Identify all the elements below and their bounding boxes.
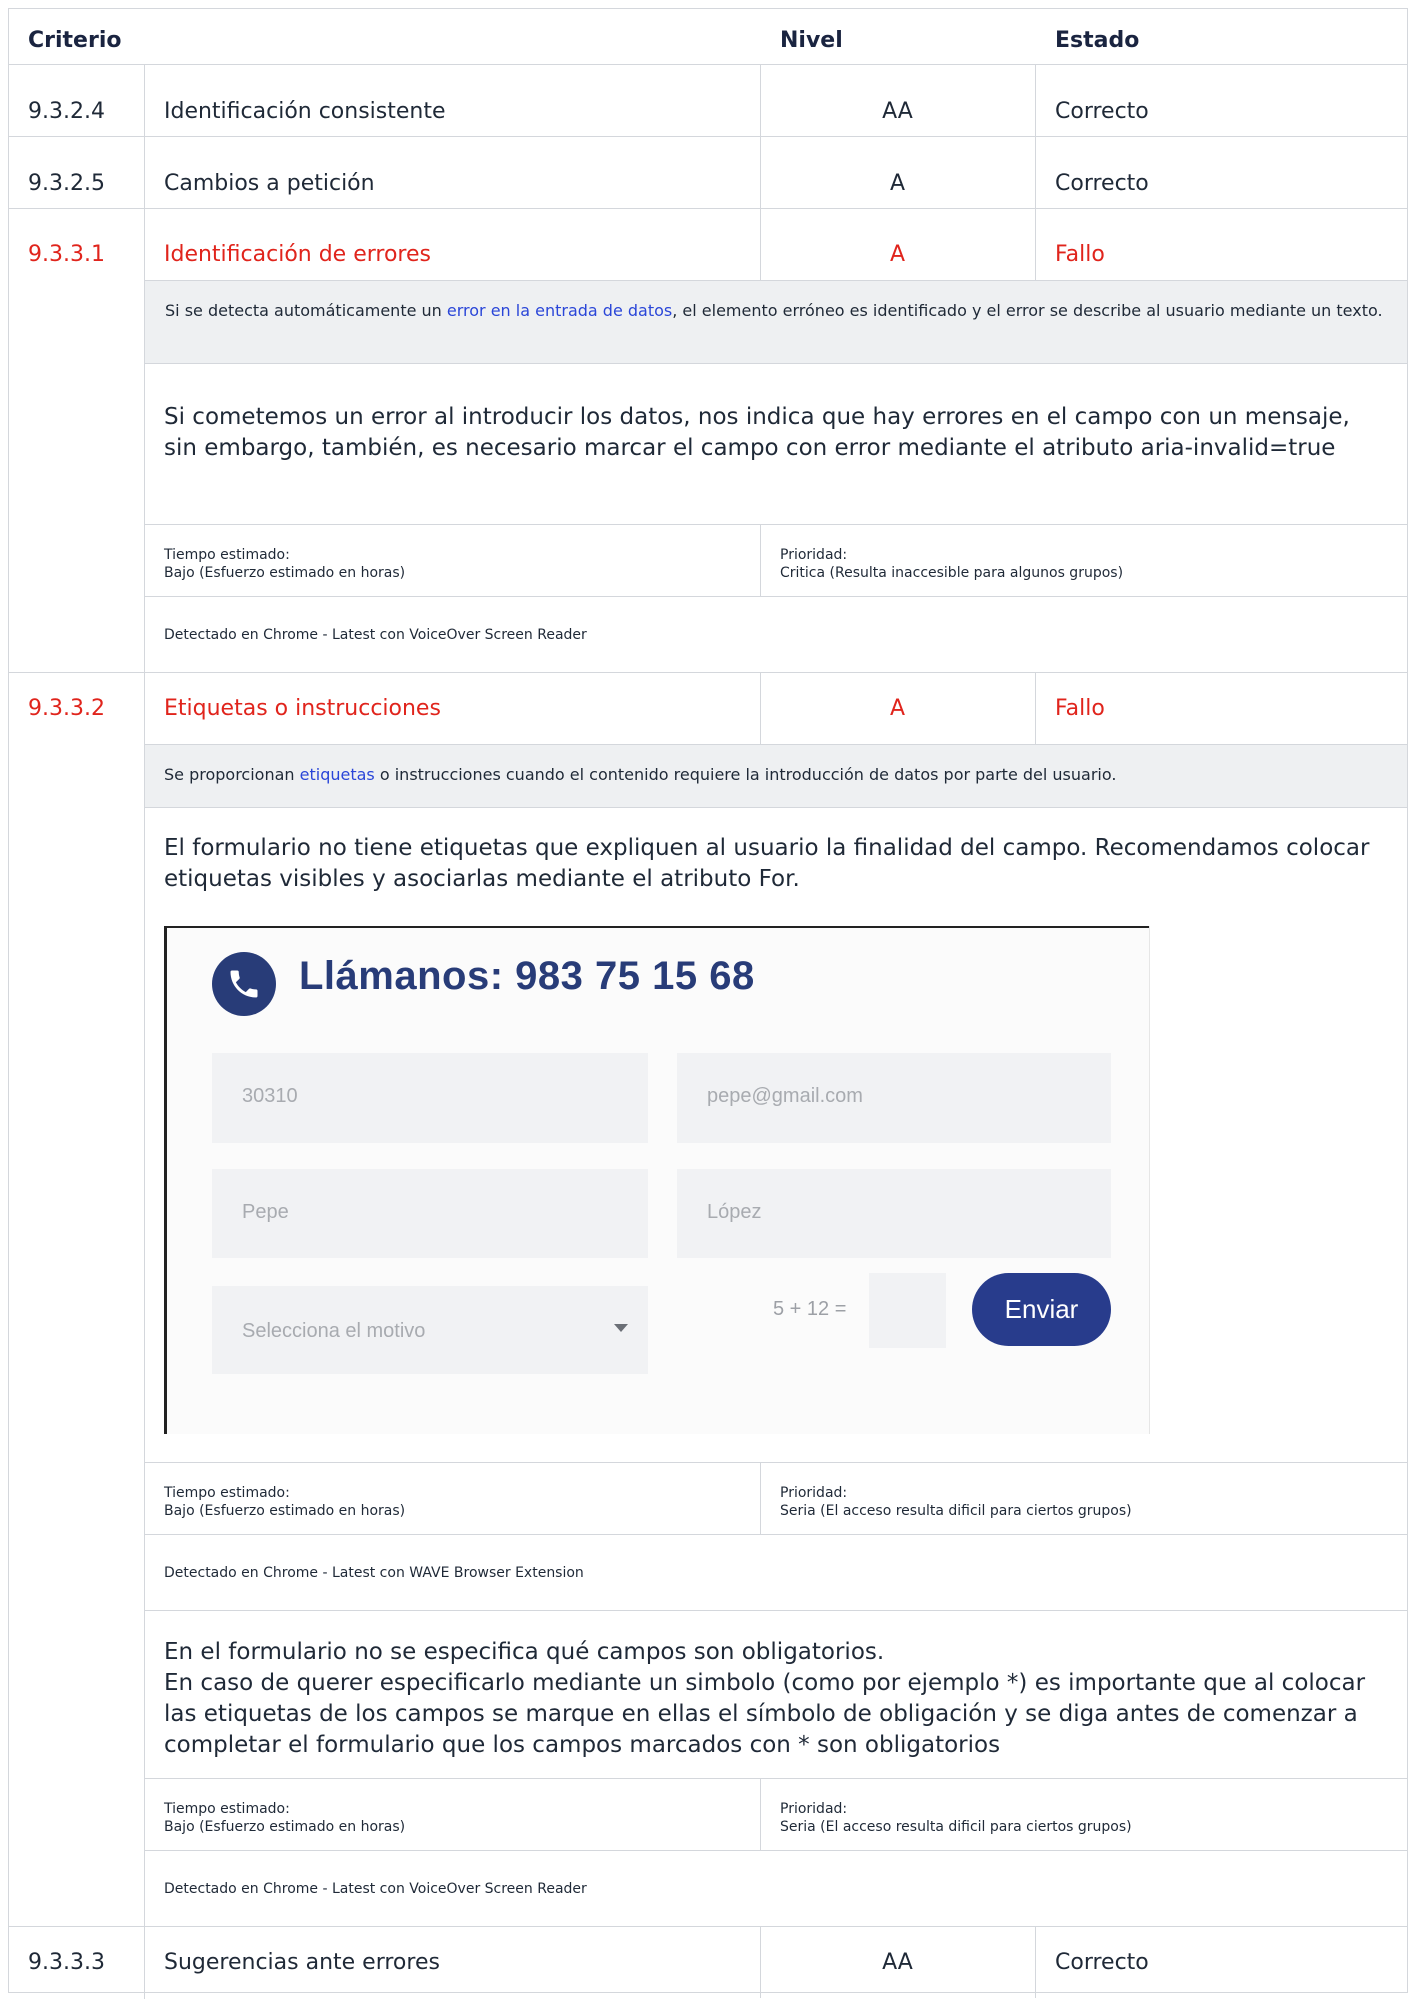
screenshot-edge	[1149, 926, 1150, 1434]
send-button[interactable]: Enviar	[972, 1273, 1111, 1346]
priority-value: Seria (El acceso resulta dificil para ci…	[780, 1819, 1132, 1835]
priority-value: Seria (El acceso resulta dificil para ci…	[780, 1503, 1132, 1519]
row-divider	[8, 672, 1408, 673]
row-divider	[144, 363, 1408, 364]
form-screenshot: Llámanos: 983 75 15 68 30310 pepe@gmail.…	[164, 926, 1150, 1434]
priority-label: Prioridad:	[780, 1485, 848, 1501]
row-divider	[8, 136, 1408, 137]
col-divider-status	[1035, 64, 1036, 136]
row-name: Etiquetas o instrucciones	[164, 696, 441, 721]
row-divider	[144, 1778, 1408, 1779]
row-id: 9.3.2.4	[28, 99, 105, 124]
row-status: Fallo	[1055, 242, 1105, 267]
description-suffix: o instrucciones cuando el contenido requ…	[374, 765, 1117, 784]
time-value: Bajo (Esfuerzo estimado en horas)	[164, 1819, 406, 1835]
description-prefix: Si se detecta automáticamente un	[165, 301, 447, 320]
placeholder: Pepe	[242, 1201, 289, 1223]
captcha-input[interactable]	[869, 1273, 946, 1348]
meta-divider	[760, 524, 761, 596]
observation-line: En el formulario no se especifica qué ca…	[164, 1639, 885, 1665]
priority-label: Prioridad:	[780, 1801, 848, 1817]
detected-info: Detectado en Chrome - Latest con VoiceOv…	[164, 1881, 587, 1897]
col-divider-status	[1035, 208, 1036, 280]
placeholder: López	[707, 1201, 762, 1223]
row-level: A	[889, 242, 906, 267]
time-label: Tiempo estimado:	[164, 1485, 290, 1501]
postal-code-field[interactable]: 30310	[212, 1053, 648, 1143]
row-level: A	[889, 696, 906, 721]
row-status: Correcto	[1055, 1950, 1149, 1975]
row-name: Sugerencias ante errores	[164, 1950, 440, 1975]
call-us-heading: Llámanos: 983 75 15 68	[299, 954, 755, 998]
col-divider-status	[1035, 136, 1036, 208]
row-divider	[144, 596, 1408, 597]
meta-divider	[760, 1462, 761, 1534]
row-level: AA	[882, 99, 913, 124]
link-error-entrada-datos[interactable]: error en la entrada de datos	[447, 301, 672, 320]
row-divider	[144, 1610, 1408, 1611]
placeholder: 30310	[242, 1085, 298, 1107]
observation: Si cometemos un error al introducir los …	[164, 404, 1350, 461]
time-label: Tiempo estimado:	[164, 1801, 290, 1817]
criterion-description: Si se detecta automáticamente un error e…	[145, 281, 1407, 363]
row-divider	[144, 524, 1408, 525]
description-suffix: , el elemento erróneo es identificado y …	[672, 301, 1383, 320]
header-criterio: Criterio	[28, 28, 122, 53]
row-status: Correcto	[1055, 171, 1149, 196]
header-estado: Estado	[1055, 28, 1140, 53]
row-name: Cambios a petición	[164, 171, 375, 196]
screenshot-border	[167, 926, 1150, 928]
col-divider-status	[1035, 672, 1036, 744]
row-id: 9.3.2.5	[28, 171, 105, 196]
placeholder: Selecciona el motivo	[242, 1320, 426, 1342]
time-value: Bajo (Esfuerzo estimado en horas)	[164, 1503, 406, 1519]
row-divider	[8, 64, 1408, 65]
col-divider-status	[1035, 1926, 1036, 1998]
email-field[interactable]: pepe@gmail.com	[677, 1053, 1111, 1143]
observation-body: En caso de querer especificarlo mediante…	[164, 1670, 1366, 1758]
surname-field[interactable]: López	[677, 1169, 1111, 1258]
description-text: Si se detecta automáticamente un error e…	[165, 299, 1385, 323]
name-field[interactable]: Pepe	[212, 1169, 648, 1258]
header-nivel: Nivel	[780, 28, 843, 53]
chevron-down-icon	[614, 1324, 628, 1332]
link-etiquetas[interactable]: etiquetas	[300, 765, 375, 784]
row-divider	[144, 1462, 1408, 1463]
reason-select[interactable]: Selecciona el motivo	[212, 1286, 648, 1374]
row-level: A	[889, 171, 906, 196]
detected-info: Detectado en Chrome - Latest con VoiceOv…	[164, 627, 587, 643]
phone-icon-glyph	[230, 970, 258, 998]
row-name: Identificación de errores	[164, 242, 431, 267]
row-divider	[144, 1850, 1408, 1851]
time-label: Tiempo estimado:	[164, 547, 290, 563]
row-status: Fallo	[1055, 696, 1105, 721]
phone-icon	[212, 952, 276, 1016]
observation: El formulario no tiene etiquetas que exp…	[164, 835, 1370, 892]
meta-divider	[760, 1778, 761, 1850]
description-prefix: Se proporcionan	[164, 765, 300, 784]
row-divider	[144, 807, 1408, 808]
row-name: Identificación consistente	[164, 99, 446, 124]
priority-value: Critica (Resulta inaccesible para alguno…	[780, 565, 1124, 581]
row-level: AA	[882, 1950, 913, 1975]
row-divider	[8, 1926, 1408, 1927]
row-status: Correcto	[1055, 99, 1149, 124]
row-divider	[144, 1534, 1408, 1535]
description-text: Se proporcionan etiquetas o instruccione…	[164, 763, 1404, 787]
row-id: 9.3.3.3	[28, 1950, 105, 1975]
row-id: 9.3.3.2	[28, 696, 105, 721]
placeholder: pepe@gmail.com	[707, 1085, 863, 1107]
detected-info: Detectado en Chrome - Latest con WAVE Br…	[164, 1565, 584, 1581]
captcha-question: 5 + 12 =	[773, 1298, 847, 1320]
priority-label: Prioridad:	[780, 547, 848, 563]
criterion-description: Se proporcionan etiquetas o instruccione…	[145, 745, 1407, 807]
row-divider	[8, 208, 1408, 209]
row-id: 9.3.3.1	[28, 242, 105, 267]
time-value: Bajo (Esfuerzo estimado en horas)	[164, 565, 406, 581]
